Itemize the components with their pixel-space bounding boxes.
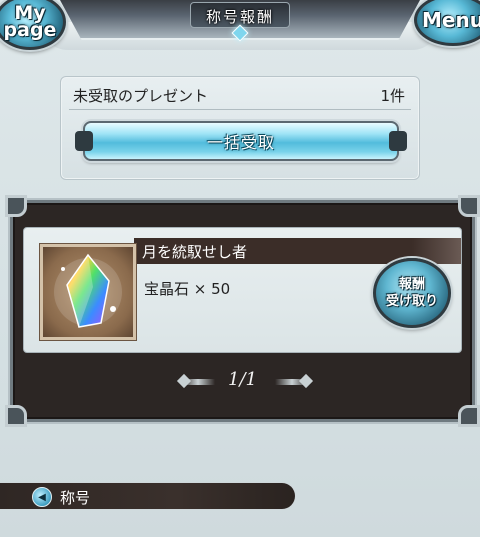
crystal-icon <box>40 244 136 340</box>
back-to-titles-bar[interactable]: ◀ 称号 <box>0 482 296 510</box>
reward-title-name: 月を統馭せし者 <box>142 243 248 261</box>
unclaimed-present-label: 未受取のプレゼント <box>73 87 209 105</box>
receive-reward-label-line1: 報酬 <box>398 277 425 292</box>
frame-corner-ornament <box>458 405 480 427</box>
header: 称号報酬 <box>0 0 480 70</box>
reward-item-detail: 宝晶石 × 50 <box>144 278 230 299</box>
unclaimed-present-panel: 未受取のプレゼント 1件 一括受取 <box>60 76 420 180</box>
page-indicator: 1/1 <box>228 369 257 390</box>
frame-corner-ornament <box>5 405 27 427</box>
reward-card: 月を統馭せし者 宝晶石 × 50 報酬 受け取り <box>23 227 462 353</box>
back-to-titles-label: 称号 <box>60 489 91 507</box>
reward-item-quantity: × 50 <box>193 280 231 298</box>
back-arrow-icon[interactable]: ◀ <box>32 487 52 507</box>
divider <box>69 109 411 110</box>
receive-reward-button[interactable]: 報酬 受け取り <box>373 258 451 328</box>
reward-item-name: 宝晶石 <box>144 280 190 298</box>
frame-corner-ornament <box>458 195 480 217</box>
reward-list-frame: 月を統馭せし者 宝晶石 × 50 報酬 受け取り 1/1 <box>5 195 480 427</box>
unclaimed-present-count: 1件 <box>380 87 405 105</box>
next-page-arrow-icon[interactable] <box>275 379 309 385</box>
frame-corner-ornament <box>5 195 27 217</box>
bulk-receive-label: 一括受取 <box>206 133 275 152</box>
crystal-graphic <box>54 253 122 328</box>
menu-label: Menu <box>422 8 480 32</box>
receive-reward-label-line2: 受け取り <box>385 294 438 309</box>
bulk-receive-button[interactable]: 一括受取 <box>75 121 407 161</box>
mypage-label-line2: page <box>3 19 57 41</box>
